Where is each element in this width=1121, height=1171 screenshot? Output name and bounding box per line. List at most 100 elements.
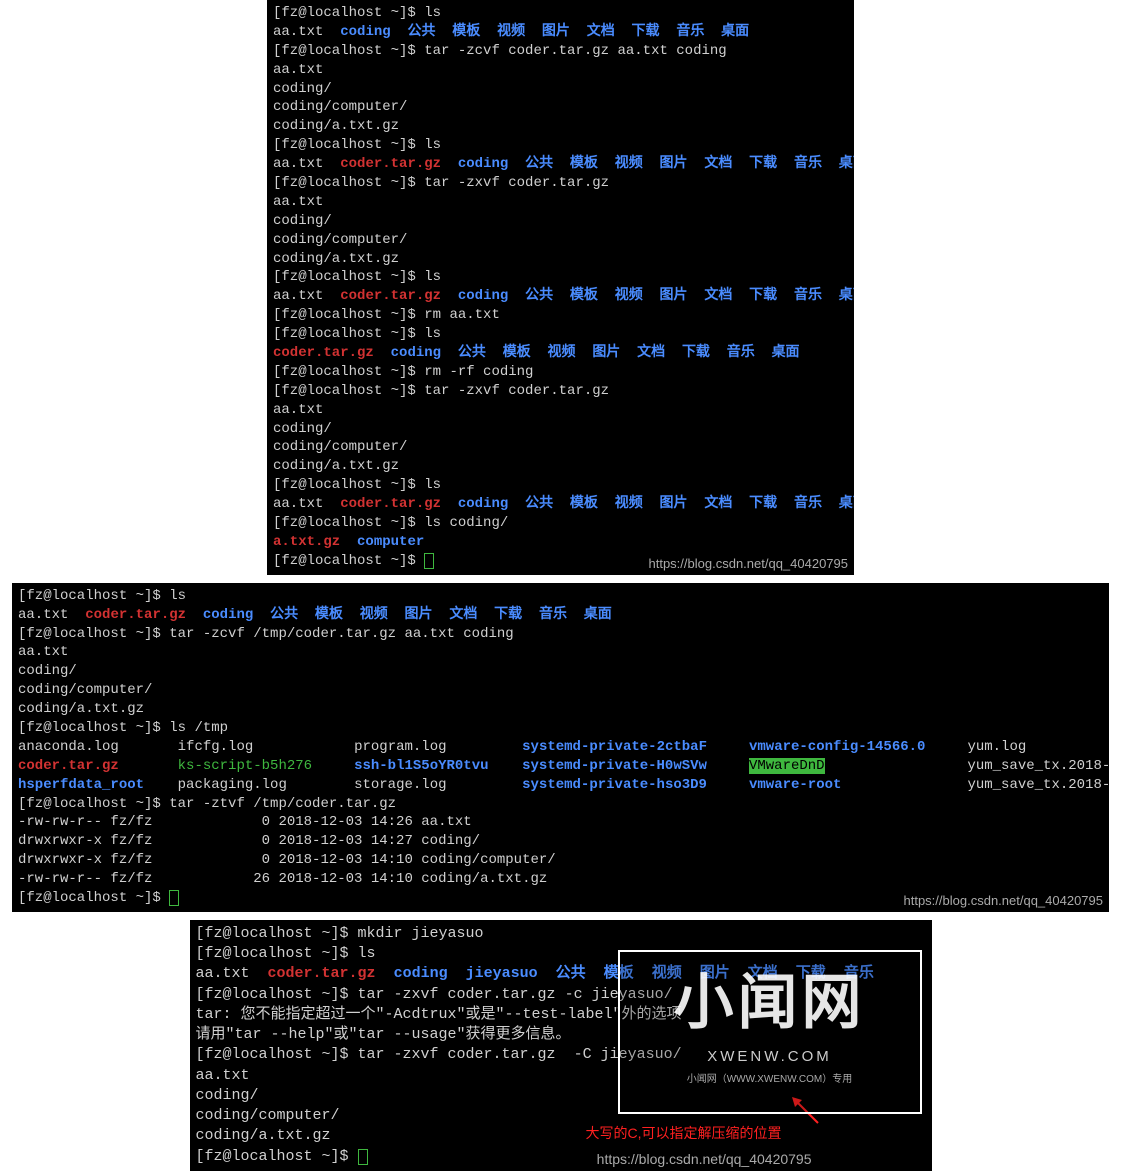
terminal-2: [fz@localhost ~]$ lsaa.txt coder.tar.gz … [12,583,1109,912]
ls-item: 图片 [542,24,570,40]
terminal-line: anaconda.log ifcfg.log program.log syste… [18,738,1103,795]
terminal-line: [fz@localhost ~]$ ls [273,268,848,287]
output-text: coding/a.txt.gz [196,1127,331,1144]
shell-command: rm aa.txt [424,307,500,323]
terminal-line: coding/ [273,212,848,231]
ls-item: ifcfg.log [178,739,254,755]
ls-item: coding [458,156,508,172]
shell-command: ls [424,477,441,493]
ls-item: 桌面 [839,156,854,172]
ls-item: 模板 [570,496,598,512]
output-text: aa.txt [18,644,68,660]
ls-item: coding [391,345,441,361]
output-text: coding/computer/ [273,232,407,248]
shell-prompt: [fz@localhost ~]$ [273,5,424,21]
shell-command: ls [424,137,441,153]
terminal-line: [fz@localhost ~]$ ls [273,136,848,155]
ls-item: coder.tar.gz [85,607,186,623]
output-text: aa.txt [273,62,323,78]
output-text: coding/a.txt.gz [273,458,399,474]
shell-prompt: [fz@localhost ~]$ [273,477,424,493]
cursor-icon [169,890,179,906]
terminal-line: coding/computer/ [273,231,848,250]
shell-prompt: [fz@localhost ~]$ [273,383,424,399]
output-text: aa.txt [273,194,323,210]
ls-item: 模板 [570,288,598,304]
output-text: -rw-rw-r-- fz/fz 26 2018-12-03 14:10 cod… [18,871,547,887]
ls-item: 模板 [503,345,531,361]
shell-command: tar -ztvf /tmp/coder.tar.gz [169,796,396,812]
ls-item: 公共 [525,496,553,512]
output-text: aa.txt [273,402,323,418]
ls-item: coder.tar.gz [340,288,441,304]
ls-item: 公共 [407,24,435,40]
ls-item: 文档 [637,345,665,361]
terminal-line: [fz@localhost ~]$ ls [18,587,1103,606]
ls-item: 公共 [525,156,553,172]
ls-item: yum_save_tx.2018-12-01.21-31.9Wu_uF.yumt… [967,758,1109,774]
watermark-text: https://blog.csdn.net/qq_40420795 [904,892,1104,910]
shell-command: tar -zxvf coder.tar.gz [424,175,609,191]
terminal-line: aa.txt [273,401,848,420]
ls-item: 桌面 [772,345,800,361]
terminal-line: drwxrwxr-x fz/fz 0 2018-12-03 14:10 codi… [18,851,1103,870]
ls-item: 模板 [315,607,343,623]
ls-item: coder.tar.gz [340,156,441,172]
shell-command: ls coding/ [424,515,508,531]
output-text: drwxrwxr-x fz/fz 0 2018-12-03 14:27 codi… [18,833,480,849]
terminal-line: [fz@localhost ~]$ ls [273,476,848,495]
ls-item: 图片 [660,496,688,512]
shell-command: rm -rf coding [424,364,533,380]
ls-item: hsperfdata_root [18,777,144,793]
output-text: coding/ [273,213,332,229]
terminal-line: a.txt.gz computer [273,533,848,552]
terminal-line: [fz@localhost ~]$ tar -zxvf coder.tar.gz [273,382,848,401]
ls-item: storage.log [354,777,446,793]
shell-command: ls [424,5,441,21]
ls-item: systemd-private-2ctbaF [522,739,707,755]
ls-item: 桌面 [721,24,749,40]
shell-command: ls /tmp [169,720,228,736]
output-text: coding/ [273,421,332,437]
ls-row: hsperfdata_root packaging.log storage.lo… [18,776,1103,795]
ls-item: yum.log [967,739,1026,755]
shell-prompt: [fz@localhost ~]$ [18,796,169,812]
cursor-icon [358,1149,368,1165]
annotation-text: 大写的C,可以指定解压缩的位置 [586,1124,782,1143]
ls-item: coding [458,496,508,512]
output-text: coding/a.txt.gz [18,701,144,717]
terminal-line: drwxrwxr-x fz/fz 0 2018-12-03 14:27 codi… [18,832,1103,851]
ls-item: 视频 [548,345,576,361]
ls-item: coder.tar.gz [340,496,441,512]
shell-prompt: [fz@localhost ~]$ [273,175,424,191]
ls-item: 视频 [360,607,388,623]
ls-item: 音乐 [539,607,567,623]
terminal-line: [fz@localhost ~]$ ls coding/ [273,514,848,533]
shell-prompt: [fz@localhost ~]$ [196,945,358,962]
ls-item: 音乐 [727,345,755,361]
ls-item: coding [458,288,508,304]
terminal-line: aa.txt coder.tar.gz coding 公共 模板 视频 图片 文… [273,155,848,174]
terminal-line: [fz@localhost ~]$ ls /tmp [18,719,1103,738]
ls-item: coding [340,24,390,40]
site-watermark-overlay: 小闻网XWENW.COM小闻网（WWW.XWENW.COM）专用 [618,950,922,1114]
ls-item: vmware-config-14566.0 [749,739,925,755]
terminal-line: aa.txt [18,643,1103,662]
ls-item: 公共 [525,288,553,304]
terminal-line: coding/a.txt.gz [196,1126,926,1146]
shell-command: ls [169,588,186,604]
ls-item: 视频 [615,288,643,304]
ls-item: 模板 [452,24,480,40]
output-text: coding/a.txt.gz [273,118,399,134]
ls-item: computer [357,534,424,550]
overlay-title: 小闻网 [620,962,920,1043]
shell-prompt: [fz@localhost ~]$ [18,890,169,906]
terminal-line: aa.txt [273,193,848,212]
ls-item: 音乐 [676,24,704,40]
output-text: coding/ [273,81,332,97]
shell-command: mkdir jieyasuo [358,925,484,942]
output-text: coding/ [18,663,77,679]
watermark-text: https://blog.csdn.net/qq_40420795 [649,555,849,573]
terminal-line: aa.txt coder.tar.gz coding 公共 模板 视频 图片 文… [273,287,848,306]
shell-prompt: [fz@localhost ~]$ [18,626,169,642]
